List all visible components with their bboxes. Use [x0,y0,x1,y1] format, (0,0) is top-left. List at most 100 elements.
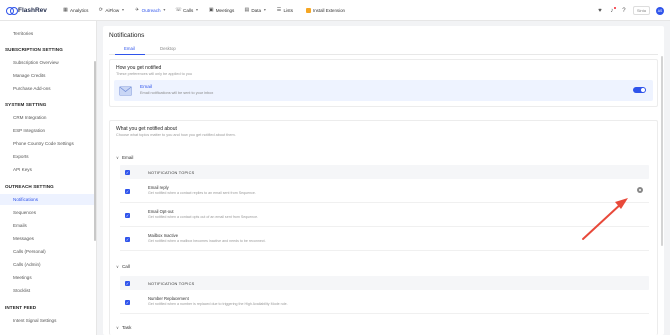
group-label-task: Task [121,325,132,330]
email-notifications-toggle[interactable] [633,87,646,93]
aiflow-icon: ⟳ [98,7,103,13]
topic-title: Email reply [148,185,169,190]
email-channel-title: Email [140,85,152,90]
nav-analytics[interactable]: ▦ Analytics [58,0,93,21]
sidebar-item-meetings[interactable]: Meetings [0,272,95,283]
sidebar-item-notifications[interactable]: Notifications [0,194,95,205]
select-all-call-checkbox[interactable]: ✓ [125,280,130,286]
nav-meetings-label: Meetings [215,7,235,13]
chevron-down-icon: ▼ [195,8,199,12]
install-extension-button[interactable]: Install Extension [306,7,345,13]
email-reply-checkbox[interactable]: ✓ [125,189,130,194]
tab-desktop[interactable]: Desktop [160,46,176,51]
what-notified-subtitle: Choose what topics matter to you and how… [116,133,236,137]
nav-outreach[interactable]: ✈ Outreach ▼ [130,0,171,21]
chevron-down-icon: ∨ [116,155,119,160]
topic-row-email-optout: ✓ Email Opt-out Get notified when a cont… [120,204,649,227]
notifications-page: Notifications Email Desktop How you get … [103,26,664,335]
sidebar-item-stocklist[interactable]: Stocklist [0,285,95,296]
chevron-down-icon: ▼ [263,8,267,12]
nav-analytics-label: Analytics [70,7,89,13]
topic-title: Email Opt-out [148,209,174,214]
what-notified-heading: What you get notified about [116,126,177,132]
sidebar-item-calls-admin[interactable]: Calls (Admin) [0,259,95,270]
data-icon: ▤ [244,7,250,13]
topic-row-number-replacement: ✓ Number Replacement Get notified when a… [120,291,649,314]
topic-row-email-reply: ✓ Email reply Get notified when a contac… [120,180,649,203]
sidebar-item-sequences[interactable]: Sequences [0,207,95,218]
nav-lists[interactable]: ☰ Lists [272,0,298,21]
active-tab-indicator [115,53,145,55]
sidebar-item-phone-country-code[interactable]: Phone Country Code Settings [0,138,95,149]
brand-logo[interactable]: FlashRev [6,6,58,15]
nav-calls[interactable]: ☏ Calls ▼ [171,0,204,21]
sidebar-scrollbar[interactable] [94,61,96,241]
bell-icon[interactable]: ♪ [609,6,616,14]
chevron-down-icon: ∨ [116,325,119,330]
sidebar-item-territories[interactable]: Territories [0,28,95,39]
select-all-email-checkbox[interactable]: ✓ [125,169,130,175]
top-navigation-bar: FlashRev ▦ Analytics ⟳ AiFlow ▼ ✈ Outrea… [0,0,670,21]
topics-header-label: NOTIFICATION TOPICS [148,281,195,286]
tab-email[interactable]: Email [124,46,135,51]
nav-data[interactable]: ▤ Data ▼ [239,0,271,21]
brand-name: FlashRev [18,6,47,14]
sidebar-item-api-keys[interactable]: API Keys [0,164,95,175]
topic-description: Get notified when a contact replies to a… [148,191,256,195]
extension-icon [306,7,311,13]
group-toggle-email[interactable]: ∨ Email [116,155,133,160]
sidebar-item-purchase-addons[interactable]: Purchase Add-ons [0,83,95,94]
main-scrollbar[interactable] [661,56,663,246]
topic-description: Get notified when a mailbox becomes inac… [148,239,266,243]
flashrev-logo-icon [6,6,18,15]
nav-aiflow[interactable]: ⟳ AiFlow ▼ [93,0,129,21]
call-topics-header: ✓ NOTIFICATION TOPICS [120,276,649,290]
list-icon: ☰ [276,7,282,13]
sidebar-item-messages[interactable]: Messages [0,233,95,244]
sidebar-item-calls-personal[interactable]: Calls (Personal) [0,246,95,257]
group-toggle-task[interactable]: ∨ Task [116,325,131,330]
how-notified-subtitle: These preferences will only be applied t… [116,72,192,76]
email-topics-header: ✓ NOTIFICATION TOPICS [120,165,649,179]
nav-data-label: Data [251,7,262,13]
sidebar-group-outreach: OUTREACH SETTING [5,184,54,189]
topic-title: Mailbox Inactive [148,233,179,238]
sidebar-item-manage-credits[interactable]: Manage Credits [0,70,95,81]
gear-icon[interactable] [637,187,643,193]
sidebar-item-emails[interactable]: Emails [0,220,95,231]
sidebar-item-esp-integration[interactable]: ESP Integration [0,125,95,136]
help-icon[interactable]: ? [621,8,627,14]
sidebar-group-subscription: SUBSCRIPTION SETTING [5,47,63,52]
gift-icon[interactable]: ♥ [597,8,603,14]
calendar-icon: ▣ [208,7,214,13]
topic-description: Get notified when a contact opts out of … [148,215,259,219]
topic-title: Number Replacement [148,296,189,301]
email-channel-description: Email notifications will be sent to your… [140,91,214,95]
topics-header-label: NOTIFICATION TOPICS [148,170,195,175]
nav-lists-label: Lists [283,7,293,13]
outreach-icon: ✈ [135,7,140,13]
group-toggle-call[interactable]: ∨ Call [116,264,130,269]
group-label-email: Email [121,155,134,160]
number-replacement-checkbox[interactable]: ✓ [125,300,130,305]
sidebar-group-system: SYSTEM SETTING [5,102,47,107]
sidebar-item-crm-integration[interactable]: CRM Integration [0,112,95,123]
user-name-chip[interactable]: Sinta [632,6,650,15]
chevron-down-icon: ▼ [162,8,167,12]
phone-icon: ☏ [175,7,182,13]
avatar[interactable]: AS [656,6,664,15]
email-optout-checkbox[interactable]: ✓ [125,213,130,218]
sidebar-group-intent-feed: INTENT FEED [5,305,37,310]
nav-aiflow-label: AiFlow [105,7,120,13]
how-notified-section: How you get notified These preferences w… [109,59,658,107]
sidebar-item-intent-signal-settings[interactable]: Intent Signal Settings [0,315,95,326]
settings-sidebar: Territories SUBSCRIPTION SETTING Subscri… [0,21,97,335]
what-notified-section: What you get notified about Choose what … [109,120,658,335]
nav-meetings[interactable]: ▣ Meetings [204,0,240,21]
chevron-down-icon: ▼ [121,8,125,12]
analytics-icon: ▦ [63,7,68,13]
sidebar-item-subscription-overview[interactable]: Subscription Overview [0,57,95,68]
how-notified-heading: How you get notified [116,65,162,71]
mailbox-inactive-checkbox[interactable]: ✓ [125,237,130,242]
sidebar-item-exports[interactable]: Exports [0,151,95,162]
